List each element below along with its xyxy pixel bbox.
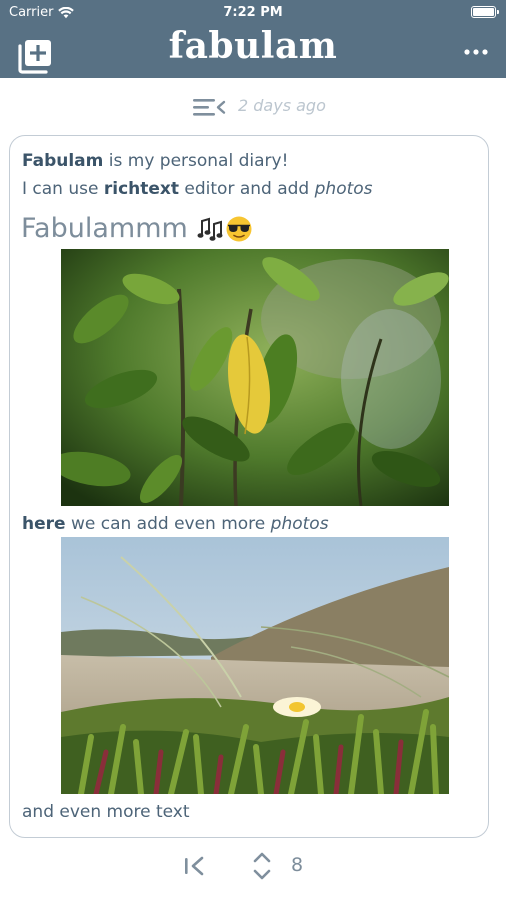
heading-text: Fabulammm xyxy=(21,213,188,244)
heading-emoji xyxy=(196,215,253,243)
bold-text: Fabulam xyxy=(22,151,104,171)
entry-text-line: and even more text xyxy=(22,802,190,822)
entry-date-row: 2 days ago xyxy=(0,92,506,120)
beach-flower-photo[interactable] xyxy=(61,537,449,794)
bold-text: here xyxy=(22,514,66,534)
app-header: Carrier 7:22 PM fabulam xyxy=(0,0,506,78)
diary-entry-card[interactable]: Fabulam is my personal diary! I can use … xyxy=(9,135,489,838)
plain-text: I can use xyxy=(22,179,104,199)
collapse-menu-icon[interactable] xyxy=(192,96,226,118)
app-title: fabulam xyxy=(168,25,338,67)
entry-text-line: I can use richtext editor and add photos xyxy=(22,179,373,199)
italic-text: photos xyxy=(270,514,329,534)
status-bar: Carrier 7:22 PM xyxy=(0,0,506,26)
leaf-photo[interactable] xyxy=(61,249,449,506)
status-time: 7:22 PM xyxy=(223,5,283,20)
entry-heading: Fabulammm xyxy=(21,213,253,244)
music-notes-icon xyxy=(197,217,223,241)
sunglasses-face-icon xyxy=(226,216,252,241)
sort-order-icon[interactable] xyxy=(251,850,273,882)
bold-text: richtext xyxy=(103,179,179,199)
battery-icon xyxy=(471,6,499,18)
plain-text: is my personal diary! xyxy=(103,151,289,171)
entry-text-line: Fabulam is my personal diary! xyxy=(22,151,288,171)
plain-text: we can add even more xyxy=(65,514,271,534)
plain-text: editor and add xyxy=(179,179,315,199)
more-icon[interactable] xyxy=(463,47,489,57)
entry-count: 8 xyxy=(291,854,304,876)
italic-text: photos xyxy=(314,179,373,199)
entry-date: 2 days ago xyxy=(238,96,326,115)
entry-text-line: here we can add even more photos xyxy=(22,514,329,534)
entry-navigation-bar: 8 xyxy=(0,848,506,884)
skip-to-first-icon[interactable] xyxy=(182,853,208,879)
